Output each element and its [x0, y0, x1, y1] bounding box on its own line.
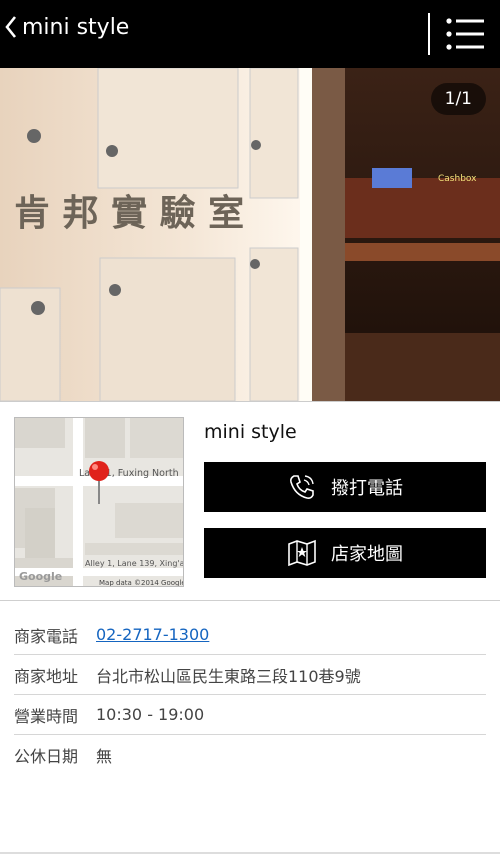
call-button[interactable]: 撥打電話 — [204, 462, 486, 512]
hours-row: 營業時間 10:30 - 19:00 — [14, 695, 486, 735]
map-image: La…31, Fuxing North Alley 1, Lane 139, X… — [15, 418, 184, 587]
shop-name: mini style — [204, 421, 297, 443]
header-divider — [428, 13, 430, 55]
store-map-button-label: 店家地圖 — [331, 544, 403, 565]
sign-text: 肯 邦 實 驗 室 — [14, 192, 244, 234]
top-bar: mini style — [0, 0, 500, 68]
shop-details: 商家電話 02-2717-1300 商家地址 台北市松山區民生東路三段110巷9… — [14, 615, 486, 774]
menu-button[interactable] — [446, 16, 484, 52]
shop-info: La…31, Fuxing North Alley 1, Lane 139, X… — [0, 401, 500, 601]
map-alley-label: Alley 1, Lane 139, Xing'an — [85, 559, 184, 568]
store-photo-image: Cashbox 肯 邦 實 驗 室 — [0, 68, 500, 401]
page-title: mini style — [22, 14, 130, 40]
svg-text:Cashbox: Cashbox — [438, 174, 477, 184]
google-logo: Google — [19, 570, 62, 583]
map-icon — [287, 539, 317, 567]
address-label: 商家地址 — [14, 666, 79, 686]
closed-label: 公休日期 — [14, 746, 79, 766]
photo-counter: 1/1 — [430, 83, 486, 115]
closed-row: 公休日期 無 — [14, 735, 486, 774]
closed-value: 無 — [96, 746, 113, 766]
list-menu-icon — [446, 18, 484, 50]
hours-value: 10:30 - 19:00 — [96, 705, 205, 724]
phone-icon — [287, 472, 317, 502]
map-attribution: Map data ©2014 Google — [99, 579, 184, 587]
address-value: 台北市松山區民生東路三段110巷9號 — [96, 666, 361, 686]
phone-link[interactable]: 02-2717-1300 — [96, 625, 209, 644]
store-map-button[interactable]: 店家地圖 — [204, 528, 486, 578]
address-row: 商家地址 台北市松山區民生東路三段110巷9號 — [14, 655, 486, 695]
call-button-label: 撥打電話 — [331, 478, 403, 499]
phone-label: 商家電話 — [14, 626, 79, 646]
store-photo[interactable]: Cashbox 肯 邦 實 驗 室 1/1 — [0, 68, 500, 401]
chevron-left-icon — [5, 16, 17, 38]
map-thumbnail[interactable]: La…31, Fuxing North Alley 1, Lane 139, X… — [14, 417, 184, 587]
hours-label: 營業時間 — [14, 706, 79, 726]
phone-row: 商家電話 02-2717-1300 — [14, 615, 486, 655]
back-button[interactable]: mini style — [4, 14, 129, 40]
